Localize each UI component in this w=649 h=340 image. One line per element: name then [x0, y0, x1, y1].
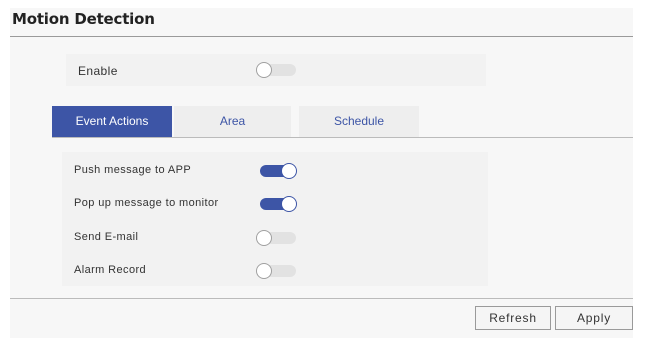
enable-toggle[interactable]: [256, 62, 298, 78]
toggle-knob: [256, 62, 272, 78]
toggle-knob: [281, 163, 297, 179]
alarm-record-label: Alarm Record: [74, 264, 147, 276]
popup-monitor-toggle[interactable]: [256, 196, 298, 212]
title-divider: [10, 36, 633, 37]
tab-schedule[interactable]: Schedule: [299, 106, 419, 137]
send-email-toggle[interactable]: [256, 230, 298, 246]
popup-monitor-label: Pop up message to monitor: [74, 197, 219, 209]
tab-event-actions[interactable]: Event Actions: [52, 106, 172, 137]
apply-button[interactable]: Apply: [555, 306, 633, 330]
tab-divider: [52, 137, 633, 138]
alarm-record-toggle[interactable]: [256, 263, 298, 279]
tab-area[interactable]: Area: [174, 106, 291, 137]
toggle-knob: [256, 230, 272, 246]
footer-divider: [10, 298, 633, 299]
refresh-button[interactable]: Refresh: [475, 306, 551, 330]
enable-label: Enable: [78, 64, 118, 78]
push-message-label: Push message to APP: [74, 164, 192, 176]
send-email-label: Send E-mail: [74, 231, 139, 243]
toggle-knob: [256, 263, 272, 279]
toggle-knob: [281, 196, 297, 212]
push-message-toggle[interactable]: [256, 163, 298, 179]
page-title: Motion Detection: [12, 10, 155, 28]
